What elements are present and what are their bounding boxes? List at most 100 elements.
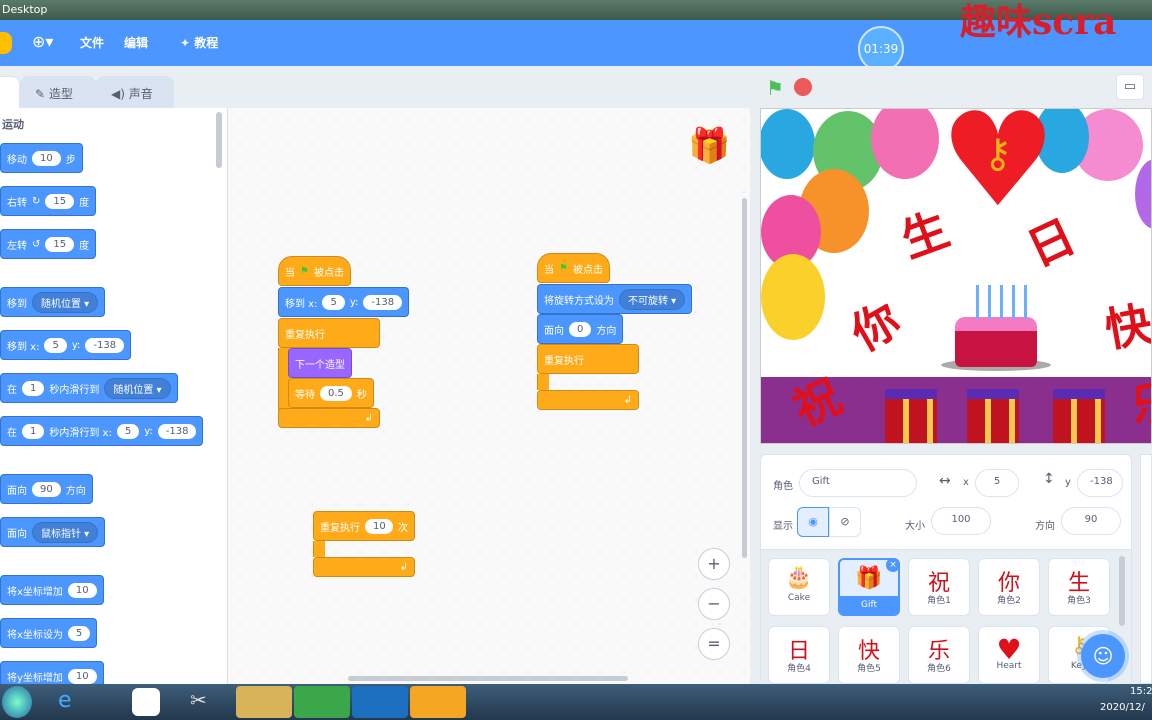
zoom-in-button[interactable]: +: [698, 548, 730, 580]
block-input[interactable]: 10: [32, 150, 61, 166]
edit-menu[interactable]: 编辑: [124, 34, 148, 51]
x-input[interactable]: 5: [975, 469, 1019, 497]
size-input[interactable]: 100: [931, 507, 991, 535]
point-direction-block[interactable]: 面向 90 方向: [0, 474, 93, 504]
sprite-tile[interactable]: 🎂 Cake: [768, 558, 830, 616]
explorer-task[interactable]: [236, 686, 292, 718]
block-input[interactable]: 15: [45, 236, 75, 252]
when-flag-clicked-block[interactable]: 当 ⚑ 被点击: [278, 256, 351, 286]
change-x-block[interactable]: 将x坐标增加 10: [0, 575, 104, 605]
sprite-tile[interactable]: 生角色3: [1048, 558, 1110, 616]
green-flag-icon[interactable]: ⚑: [766, 76, 784, 100]
block-dropdown[interactable]: 鼠标指针 ▾: [32, 521, 99, 543]
k-app-task[interactable]: [352, 686, 408, 718]
block-input[interactable]: 5: [322, 294, 345, 310]
when-flag-clicked-block[interactable]: 当 ⚑ 被点击: [537, 253, 610, 283]
set-rotation-style-block[interactable]: 将旋转方式设为 不可旋转 ▾: [537, 284, 693, 314]
goto-xy-block[interactable]: 移到 x: 5 y: -138: [278, 287, 410, 317]
block-dropdown[interactable]: 随机位置 ▾: [104, 377, 171, 399]
block-input[interactable]: 15: [45, 193, 75, 209]
goto-random-block[interactable]: 移到 随机位置 ▾: [0, 287, 106, 317]
globe-icon[interactable]: ⊕▾: [32, 32, 53, 51]
change-y-block[interactable]: 将y坐标增加 10: [0, 661, 104, 684]
point-direction-block[interactable]: 面向 0 方向: [537, 314, 624, 344]
block-input[interactable]: -138: [363, 294, 403, 310]
stage-canvas[interactable]: ♥ ⚷ 生 日 你 快 祝 乐: [760, 108, 1152, 444]
app-icon[interactable]: [132, 688, 160, 716]
block-input[interactable]: 0.5: [320, 385, 352, 401]
y-input[interactable]: -138: [1077, 469, 1123, 497]
tab-sounds[interactable]: ◀) 声音: [96, 76, 174, 108]
sprite-tile[interactable]: 日角色4: [768, 626, 830, 684]
add-sprite-button[interactable]: ☺: [1081, 634, 1125, 678]
direction-input[interactable]: 90: [1061, 507, 1121, 535]
workspace-vscrollbar[interactable]: [742, 198, 747, 558]
sprite-tile[interactable]: 祝角色1: [908, 558, 970, 616]
tutorials-menu[interactable]: ✦ 教程: [180, 34, 218, 51]
turn-right-block[interactable]: 右转 ↻ 15 度: [0, 186, 97, 216]
sprite-tile[interactable]: 乐角色6: [908, 626, 970, 684]
block-dropdown[interactable]: 随机位置 ▾: [32, 291, 99, 313]
block-dropdown[interactable]: 不可旋转 ▾: [619, 288, 686, 310]
file-menu[interactable]: 文件: [80, 34, 104, 51]
stage-selector[interactable]: [1140, 454, 1152, 684]
set-x-block[interactable]: 将x坐标设为 5: [0, 618, 98, 648]
block-input[interactable]: 1: [22, 380, 45, 396]
forever-block[interactable]: 重复执行: [278, 318, 380, 348]
delete-icon[interactable]: ×: [886, 558, 900, 572]
block-input[interactable]: 0: [569, 321, 592, 337]
balloon: [761, 109, 815, 179]
block-input[interactable]: 5: [44, 337, 67, 353]
scratch-logo[interactable]: [0, 32, 12, 54]
next-costume-block[interactable]: 下一个造型: [288, 348, 352, 378]
code-workspace[interactable]: 🎁 当 ⚑ 被点击 移到 x: 5 y: -138 重复执行 下一个造型 等待 0.5 秒 ↲…: [228, 108, 750, 684]
rotate-right-icon: ↻: [32, 195, 41, 207]
workspace-hscrollbar[interactable]: [348, 676, 628, 681]
glide-xy-block[interactable]: 在 1 秒内滑行到 x: 5 y: -138: [0, 416, 204, 446]
block-input[interactable]: 10: [67, 668, 97, 684]
stop-icon[interactable]: [794, 78, 812, 96]
tutorials-label: 教程: [194, 36, 219, 50]
start-icon[interactable]: [2, 686, 32, 718]
sprite-list-scrollbar[interactable]: [1119, 556, 1125, 626]
block-input[interactable]: -138: [85, 337, 125, 353]
sprite-name-input[interactable]: Gift: [799, 469, 917, 497]
block-input[interactable]: 1: [22, 423, 45, 439]
turn-left-block[interactable]: 左转 ↺ 15 度: [0, 229, 97, 259]
size-label: 大小: [905, 521, 925, 532]
block-input[interactable]: 5: [67, 625, 91, 641]
point-towards-block[interactable]: 面向 鼠标指针 ▾: [0, 517, 106, 547]
tab-costumes[interactable]: ✎ 造型: [20, 76, 96, 108]
block-text: 方向: [65, 485, 86, 497]
sprite-tile-selected[interactable]: 🎁 Gift ×: [838, 558, 900, 616]
palette-scrollbar[interactable]: [216, 112, 222, 168]
repeat-block[interactable]: 重复执行 10 次: [313, 511, 415, 541]
block-input[interactable]: 5: [116, 423, 140, 439]
zoom-out-button[interactable]: −: [698, 588, 730, 620]
block-input[interactable]: 10: [365, 518, 393, 534]
block-text: 在: [7, 384, 17, 396]
hide-eye-icon[interactable]: ⊘: [829, 507, 861, 537]
sprite-name: 角色3: [1067, 596, 1091, 606]
tab-code[interactable]: [0, 76, 20, 108]
sprite-tile[interactable]: ♥ Heart: [978, 626, 1040, 684]
scratch-task[interactable]: [410, 686, 466, 718]
sprite-tile[interactable]: 你角色2: [978, 558, 1040, 616]
block-input[interactable]: -138: [157, 423, 197, 439]
block-input[interactable]: 90: [32, 481, 61, 497]
show-eye-icon[interactable]: ◉: [797, 507, 829, 537]
move-steps-block[interactable]: 移动 10 步: [0, 143, 83, 173]
goto-xy-block[interactable]: 移到 x: 5 y: -138: [0, 330, 132, 360]
small-stage-icon[interactable]: ▭: [1116, 74, 1144, 100]
glide-random-block[interactable]: 在 1 秒内滑行到 随机位置 ▾: [0, 373, 178, 403]
app-icon[interactable]: ✂: [190, 688, 218, 716]
browser-task[interactable]: [294, 686, 350, 718]
forever-block[interactable]: 重复执行: [537, 344, 639, 374]
zoom-reset-button[interactable]: =: [698, 628, 730, 660]
sprite-tile[interactable]: 快角色5: [838, 626, 900, 684]
block-input[interactable]: 10: [67, 582, 97, 598]
block-text: 将x坐标设为: [7, 629, 63, 641]
balloon: [761, 254, 825, 340]
wait-block[interactable]: 等待 0.5 秒: [288, 378, 374, 408]
ie-icon[interactable]: e: [58, 688, 72, 713]
